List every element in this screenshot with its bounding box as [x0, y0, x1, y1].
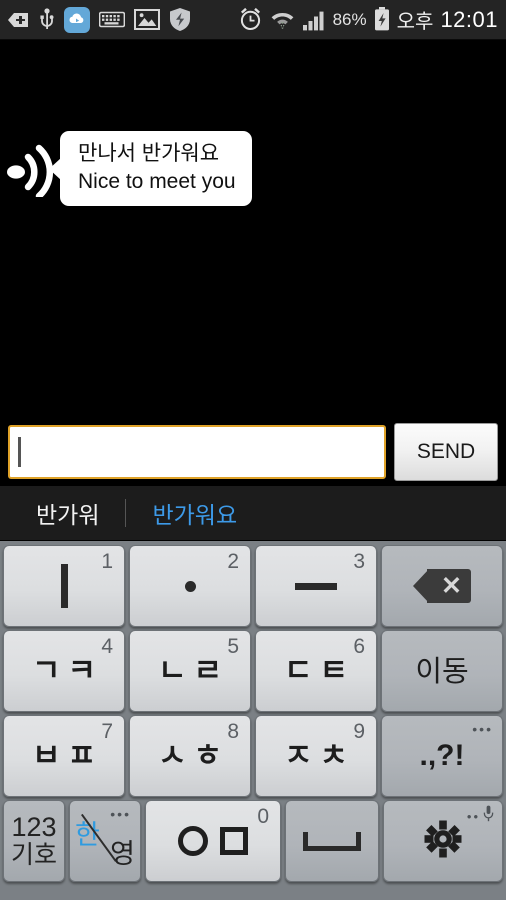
space-bar-icon: [303, 831, 361, 851]
usb-icon: [39, 7, 55, 32]
key-numbers-symbols-line1: 123: [11, 812, 57, 843]
key-jieut-chieut-number: 9: [353, 720, 365, 743]
key-settings-more-dots: ••: [466, 808, 480, 824]
speech-bubble-body: 만나서 반가워요 Nice to meet you: [60, 131, 252, 207]
key-nieun-rieul[interactable]: ㄴㄹ 5: [129, 630, 251, 712]
key-siot-hieut-number: 8: [227, 720, 239, 743]
key-vowel-i[interactable]: 1: [3, 545, 125, 627]
key-vowel-eu[interactable]: 3: [255, 545, 377, 627]
conversation-area: 만나서 반가워요 Nice to meet you: [0, 40, 506, 418]
keyboard-row-2: ㄱㅋ 4 ㄴㄹ 5 ㄷㅌ 6 이동: [3, 630, 503, 712]
key-move-label: 이동: [415, 653, 469, 688]
key-jieut-chieut-glyph: ㅈㅊ: [283, 737, 356, 774]
phone-screen: 86% 오후 12:01 만나서 반가워요 Nice to meet you S…: [0, 0, 506, 900]
key-vowel-eu-glyph: [295, 582, 337, 590]
key-language-toggle-more-dots: •••: [110, 806, 131, 822]
clock-ampm-label: 오후: [396, 11, 434, 33]
image-icon: [134, 9, 160, 30]
key-punctuation[interactable]: .,?! •••: [381, 715, 503, 797]
suggestion-item-0[interactable]: 반가워: [0, 496, 125, 530]
gear-icon: [420, 816, 466, 867]
key-punctuation-more-dots: •••: [472, 721, 493, 737]
speech-bubble-tail: [49, 157, 61, 180]
key-siot-hieut-glyph: ㅅㅎ: [157, 737, 230, 774]
key-numbers-symbols[interactable]: 123 기호: [3, 800, 65, 882]
key-bieup-pieup-number: 7: [101, 720, 113, 743]
vpn-key-icon: [6, 10, 30, 30]
key-jieut-chieut[interactable]: ㅈㅊ 9: [255, 715, 377, 797]
text-caret: [18, 436, 21, 467]
key-backspace[interactable]: ✕: [381, 545, 503, 627]
backspace-icon: ✕: [413, 569, 471, 603]
key-giyeok-kieuk-number: 4: [101, 635, 113, 658]
signal-bars-icon: [302, 9, 326, 31]
key-ieung-mieum-glyph: [178, 826, 248, 856]
ieung-circle-icon: [178, 826, 208, 856]
wifi-icon: [270, 8, 295, 32]
key-digeut-tieut-number: 6: [353, 635, 365, 658]
key-ieung-mieum[interactable]: 0: [145, 800, 281, 882]
key-vowel-i-glyph: [60, 564, 68, 608]
message-text-english: Nice to meet you: [78, 169, 236, 193]
keyboard-row-3: ㅂㅍ 7 ㅅㅎ 8 ㅈㅊ 9 .,?! •••: [3, 715, 503, 797]
status-bar-system-icons: 86% 오후 12:01: [238, 5, 498, 34]
status-bar: 86% 오후 12:01: [0, 0, 506, 40]
message-text-korean: 만나서 반가워요: [78, 142, 220, 165]
key-bieup-pieup-glyph: ㅂㅍ: [31, 737, 104, 774]
cloud-sync-icon: [64, 6, 90, 33]
key-language-toggle[interactable]: 한 영 •••: [69, 800, 141, 882]
key-digeut-tieut[interactable]: ㄷㅌ 6: [255, 630, 377, 712]
key-punctuation-label: .,?!: [419, 739, 465, 772]
key-giyeok-kieuk[interactable]: ㄱㅋ 4: [3, 630, 125, 712]
clock-time-label: 12:01: [440, 6, 498, 32]
message-input-field[interactable]: [8, 424, 386, 479]
suggestion-item-1[interactable]: 반가워요: [126, 496, 263, 530]
alarm-clock-icon: [238, 7, 263, 32]
battery-charging-icon: [374, 7, 390, 32]
send-button[interactable]: SEND: [394, 422, 498, 481]
message-row: 만나서 반가워요 Nice to meet you: [6, 131, 252, 207]
keyboard-icon: [99, 11, 125, 28]
key-move[interactable]: 이동: [381, 630, 503, 712]
key-vowel-dot[interactable]: 2: [129, 545, 251, 627]
keyboard-row-4: 123 기호 한 영 ••• 0 ••: [3, 800, 503, 882]
microphone-icon: [483, 805, 494, 827]
key-numbers-symbols-line2: 기호: [10, 841, 57, 870]
key-nieun-rieul-glyph: ㄴㄹ: [157, 652, 230, 689]
status-bar-notification-icons: [6, 6, 238, 33]
input-row: SEND: [0, 418, 506, 485]
battery-percent-label: 86%: [332, 9, 367, 29]
keyboard-row-1: 1 2 3 ✕: [3, 545, 503, 627]
key-language-toggle-english: 영: [110, 839, 135, 869]
security-shield-icon: [169, 7, 191, 32]
key-bieup-pieup[interactable]: ㅂㅍ 7: [3, 715, 125, 797]
suggestion-bar: 반가워 반가워요: [0, 485, 506, 541]
key-nieun-rieul-number: 5: [227, 635, 239, 658]
key-siot-hieut[interactable]: ㅅㅎ 8: [129, 715, 251, 797]
key-giyeok-kieuk-glyph: ㄱㅋ: [31, 652, 104, 689]
key-numbers-symbols-label: 123 기호: [11, 813, 57, 868]
key-digeut-tieut-glyph: ㄷㅌ: [283, 652, 356, 689]
key-vowel-dot-glyph: [184, 580, 196, 592]
key-space[interactable]: [285, 800, 379, 882]
korean-cheonjiin-keyboard: 1 2 3 ✕ ㄱㅋ 4 ㄴㄹ 5 ㄷㅌ 6 이동 ㅂㅍ 7 ㅅㅎ 8 ㅈㅊ 9…: [0, 541, 506, 900]
key-vowel-i-number: 1: [101, 550, 113, 573]
key-ieung-mieum-number: 0: [257, 805, 269, 828]
key-vowel-dot-number: 2: [227, 550, 239, 573]
microphone-hint: ••: [467, 805, 494, 827]
speech-bubble: 만나서 반가워요 Nice to meet you: [49, 131, 252, 207]
key-vowel-eu-number: 3: [353, 550, 365, 573]
mieum-square-icon: [220, 827, 248, 855]
key-settings[interactable]: ••: [383, 800, 503, 882]
